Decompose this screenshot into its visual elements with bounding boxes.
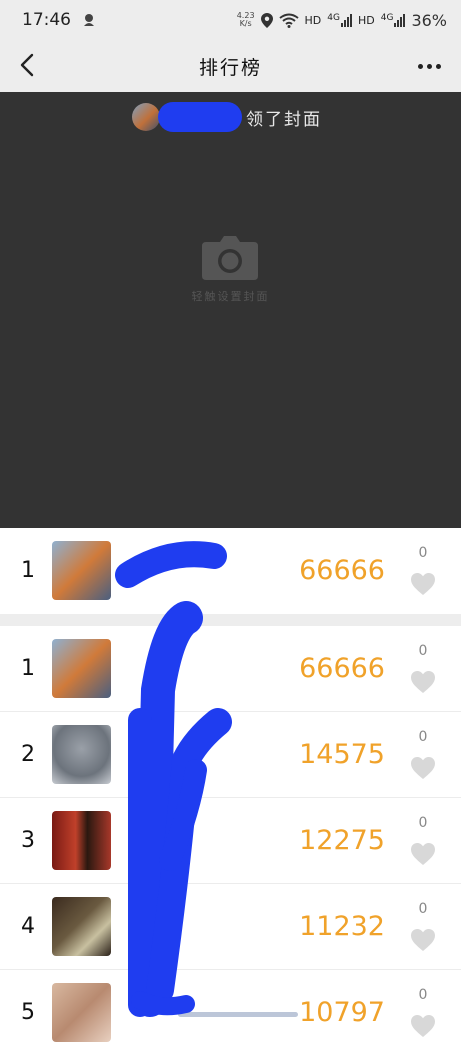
rank-number: 5 bbox=[21, 1000, 35, 1025]
rank-number: 1 bbox=[21, 656, 35, 681]
signal-bars-icon bbox=[340, 13, 352, 27]
claim-text: 领了封面 bbox=[246, 109, 322, 130]
heart-icon[interactable] bbox=[410, 1014, 436, 1038]
more-dots-icon[interactable] bbox=[418, 54, 441, 78]
step-count: 10797 bbox=[299, 997, 385, 1028]
like-count: 0 bbox=[418, 815, 428, 831]
avatar bbox=[52, 983, 111, 1042]
net-speed: 4.23 K/s bbox=[237, 12, 255, 28]
hd-label-1: HD bbox=[304, 13, 322, 27]
status-time: 17:46 bbox=[22, 10, 71, 30]
battery-level: 36% bbox=[411, 10, 447, 30]
like-count: 0 bbox=[418, 987, 428, 1003]
cover-hint: 轻触设置封面 bbox=[191, 290, 270, 303]
camera-icon[interactable] bbox=[202, 236, 258, 280]
step-count: 11232 bbox=[299, 911, 385, 942]
redacted-name bbox=[158, 102, 242, 132]
heart-icon[interactable] bbox=[410, 572, 436, 596]
step-count: 66666 bbox=[299, 653, 385, 684]
heart-icon[interactable] bbox=[410, 670, 436, 694]
heart-icon[interactable] bbox=[410, 756, 436, 780]
cover-claim: 领了封面 bbox=[132, 102, 322, 132]
cover-area[interactable]: 领了封面 轻触设置封面 bbox=[0, 92, 461, 528]
signal-label-2: 4G bbox=[380, 13, 394, 23]
rank-number: 4 bbox=[21, 914, 35, 939]
chevron-left-icon[interactable] bbox=[14, 50, 44, 80]
rank-number: 1 bbox=[21, 558, 35, 583]
like-count: 0 bbox=[418, 545, 428, 561]
like-count: 0 bbox=[418, 901, 428, 917]
step-count: 66666 bbox=[299, 555, 385, 586]
wifi-icon bbox=[278, 13, 299, 28]
claimer-avatar bbox=[132, 103, 160, 131]
my-rank-row[interactable]: 1 66666 0 bbox=[0, 528, 461, 614]
status-right: 4.23 K/s HD 4G HD 4G 36% bbox=[237, 11, 447, 30]
table-row[interactable]: 4 11232 0 bbox=[0, 884, 461, 970]
table-row[interactable]: 2 14575 0 bbox=[0, 712, 461, 798]
rank-number: 3 bbox=[21, 828, 35, 853]
avatar bbox=[52, 541, 111, 600]
notification-app-icon bbox=[84, 14, 94, 26]
signal-1: 4G bbox=[327, 13, 352, 27]
heart-icon[interactable] bbox=[410, 928, 436, 952]
avatar bbox=[52, 639, 111, 698]
nav-bar: 排行榜 bbox=[0, 40, 461, 92]
status-left: 17:46 bbox=[22, 10, 97, 30]
page-title: 排行榜 bbox=[198, 56, 262, 79]
signal-2: 4G bbox=[381, 13, 406, 27]
signal-bars-icon bbox=[394, 13, 406, 27]
net-speed-unit: K/s bbox=[239, 19, 252, 28]
table-row[interactable]: 1 66666 0 bbox=[0, 626, 461, 712]
avatar bbox=[52, 811, 111, 870]
section-gap bbox=[0, 614, 461, 626]
avatar bbox=[52, 725, 111, 784]
signal-label-1: 4G bbox=[327, 13, 340, 23]
rank-number: 2 bbox=[21, 742, 35, 767]
location-icon bbox=[260, 12, 273, 28]
hd-label-2: HD bbox=[357, 13, 375, 27]
like-count: 0 bbox=[418, 729, 428, 745]
table-row[interactable]: 3 12275 0 bbox=[0, 798, 461, 884]
step-count: 14575 bbox=[299, 739, 385, 770]
heart-icon[interactable] bbox=[410, 842, 436, 866]
avatar bbox=[52, 897, 111, 956]
status-bar: 17:46 4.23 K/s HD 4G HD 4G 36% bbox=[0, 0, 461, 40]
like-count: 0 bbox=[418, 643, 428, 659]
step-count: 12275 bbox=[299, 825, 385, 856]
scroll-indicator[interactable] bbox=[178, 1012, 298, 1017]
